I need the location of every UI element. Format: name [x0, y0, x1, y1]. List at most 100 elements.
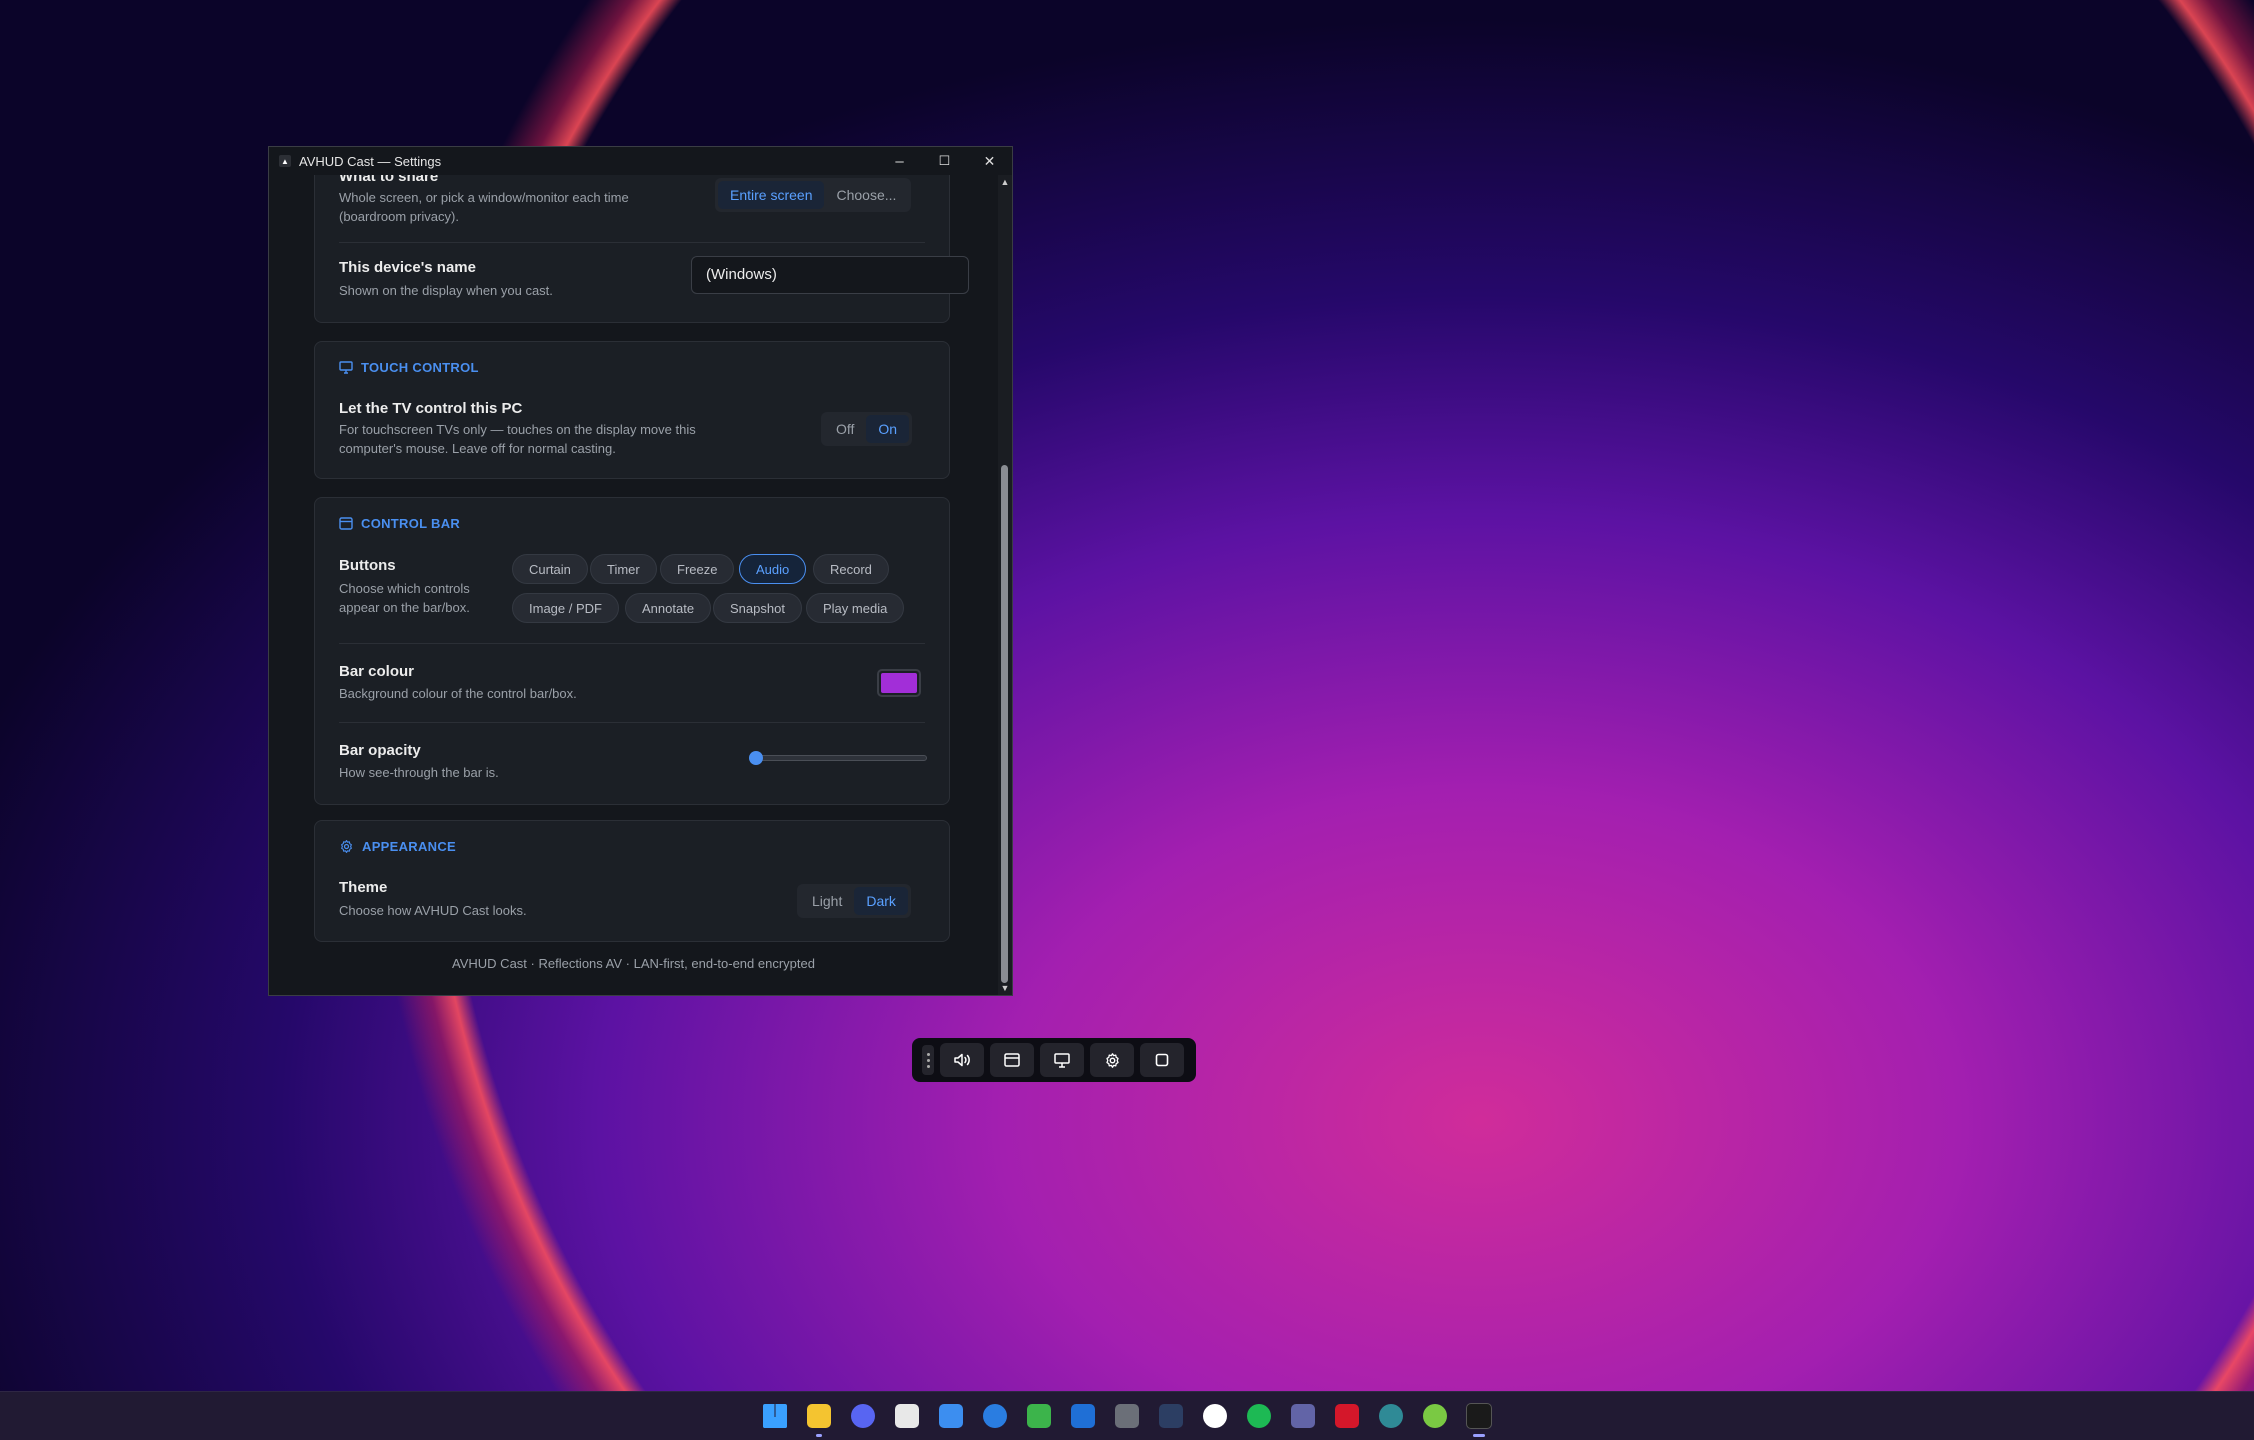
window-button[interactable] [990, 1043, 1034, 1077]
sharing-card: What to share Whole screen, or pick a wi… [314, 175, 969, 323]
theme-desc: Choose how AVHUD Cast looks. [339, 903, 527, 918]
discord-icon [851, 1404, 875, 1428]
bar-opacity-title: Bar opacity [339, 742, 421, 759]
touch-off-option[interactable]: Off [824, 415, 866, 443]
gear-icon [1105, 1052, 1119, 1068]
app-check-icon [1423, 1404, 1447, 1428]
taskbar-app-green-button[interactable] [1017, 1394, 1061, 1438]
bar-colour-desc: Background colour of the control bar/box… [339, 686, 577, 701]
taskbar-app-blue-button[interactable] [973, 1394, 1017, 1438]
touch-control-card: TOUCH CONTROL Let the TV control this PC… [314, 341, 950, 479]
bar-colour-swatch [881, 673, 917, 693]
window-title: AVHUD Cast — Settings [299, 153, 442, 169]
bar-opacity-slider[interactable] [749, 755, 927, 761]
cursor-icon [895, 1404, 919, 1428]
buttons-title: Buttons [339, 557, 396, 574]
monitor-icon [339, 361, 353, 374]
calculator-icon [1115, 1404, 1139, 1428]
device-name-input[interactable]: (Windows) [691, 256, 969, 294]
taskbar-app-store-button[interactable] [1193, 1394, 1237, 1438]
bar-colour-title: Bar colour [339, 663, 415, 680]
stop-button[interactable] [1140, 1043, 1184, 1077]
chip-curtain[interactable]: Curtain [512, 554, 588, 584]
taskbar-acrobat-button[interactable] [1325, 1394, 1369, 1438]
title-bar[interactable]: ▲ AVHUD Cast — Settings – ☐ ✕ [269, 147, 1012, 175]
chip-play-media[interactable]: Play media [806, 593, 905, 623]
window-icon [1004, 1053, 1020, 1067]
chip-snapshot[interactable]: Snapshot [713, 593, 802, 623]
taskbar-obs-button[interactable] [1369, 1394, 1413, 1438]
scrollbar-thumb[interactable] [1001, 465, 1008, 983]
choose-option[interactable]: Choose... [824, 181, 908, 209]
app-icon: ▲ [279, 155, 291, 167]
control-bar-card: CONTROL BAR Buttons Choose which control… [314, 497, 950, 805]
bar-opacity-slider-thumb[interactable] [749, 751, 763, 765]
app-green-icon [1027, 1404, 1051, 1428]
floating-control-bar [912, 1038, 1196, 1082]
taskbar-calculator-button[interactable] [1105, 1394, 1149, 1438]
close-button[interactable]: ✕ [967, 147, 1012, 175]
entire-screen-option[interactable]: Entire screen [718, 181, 825, 209]
monitor-button[interactable] [1040, 1043, 1084, 1077]
touch-title: Let the TV control this PC [339, 400, 523, 417]
share-desc-line1: Whole screen, or pick a window/monitor e… [339, 190, 629, 205]
spotify-icon [1247, 1404, 1271, 1428]
maximize-button[interactable]: ☐ [922, 147, 967, 175]
app-store-icon [1203, 1404, 1227, 1428]
chip-annotate[interactable]: Annotate [625, 593, 712, 623]
chip-freeze[interactable]: Freeze [660, 554, 735, 584]
theme-toggle: Light Dark [797, 884, 911, 918]
rdc-icon [1071, 1404, 1095, 1428]
touch-toggle: Off On [821, 412, 913, 446]
acrobat-icon [1335, 1404, 1359, 1428]
device-name-title: This device's name [339, 259, 476, 276]
audio-icon [954, 1053, 970, 1067]
taskbar-avhud-button[interactable] [1457, 1394, 1501, 1438]
audio-button[interactable] [940, 1043, 984, 1077]
gear-icon [341, 840, 352, 853]
minimize-button[interactable]: – [877, 147, 922, 175]
theme-light-option[interactable]: Light [800, 887, 854, 915]
chip-record[interactable]: Record [813, 554, 889, 584]
scroll-up-icon[interactable]: ▲ [998, 177, 1012, 187]
taskbar-start-button[interactable] [753, 1394, 797, 1438]
start-icon [763, 1404, 787, 1428]
window-icon [339, 517, 353, 530]
touch-desc-line2: computer's mouse. Leave off for normal c… [339, 441, 616, 456]
bar-colour-picker[interactable] [877, 669, 921, 697]
taskbar-file-explorer-button[interactable] [797, 1394, 841, 1438]
monitor-icon [1054, 1052, 1070, 1068]
taskbar [0, 1391, 2254, 1440]
chip-audio[interactable]: Audio [739, 554, 807, 584]
touch-desc-line1: For touchscreen TVs only — touches on th… [339, 422, 696, 437]
taskbar-rdc-button[interactable] [1061, 1394, 1105, 1438]
obs-icon [1379, 1404, 1403, 1428]
taskbar-app-check-button[interactable] [1413, 1394, 1457, 1438]
buttons-desc-line2: appear on the bar/box. [339, 600, 470, 615]
touch-on-option[interactable]: On [866, 415, 910, 443]
app-blue-icon [983, 1404, 1007, 1428]
scroll-down-icon[interactable]: ▼ [998, 983, 1012, 993]
store-icon [939, 1404, 963, 1428]
taskbar-terminal-button[interactable] [1149, 1394, 1193, 1438]
divider [339, 643, 925, 644]
theme-title: Theme [339, 879, 388, 896]
drag-handle[interactable] [922, 1045, 934, 1075]
share-desc-line2: (boardroom privacy). [339, 209, 459, 224]
settings-button[interactable] [1090, 1043, 1134, 1077]
footer-text: AVHUD Cast · Reflections AV · LAN-first,… [452, 956, 815, 971]
theme-dark-option[interactable]: Dark [854, 887, 908, 915]
device-name-desc: Shown on the display when you cast. [339, 283, 553, 298]
chip-timer[interactable]: Timer [590, 554, 657, 584]
teams-icon [1291, 1404, 1315, 1428]
divider [339, 242, 925, 243]
taskbar-cursor-button[interactable] [885, 1394, 929, 1438]
settings-content: What to share Whole screen, or pick a wi… [269, 175, 998, 995]
touch-control-heading: TOUCH CONTROL [339, 360, 479, 375]
taskbar-teams-button[interactable] [1281, 1394, 1325, 1438]
taskbar-spotify-button[interactable] [1237, 1394, 1281, 1438]
scrollbar[interactable]: ▲ ▼ [998, 175, 1012, 995]
taskbar-store-button[interactable] [929, 1394, 973, 1438]
chip-image-pdf[interactable]: Image / PDF [512, 593, 619, 623]
taskbar-discord-button[interactable] [841, 1394, 885, 1438]
